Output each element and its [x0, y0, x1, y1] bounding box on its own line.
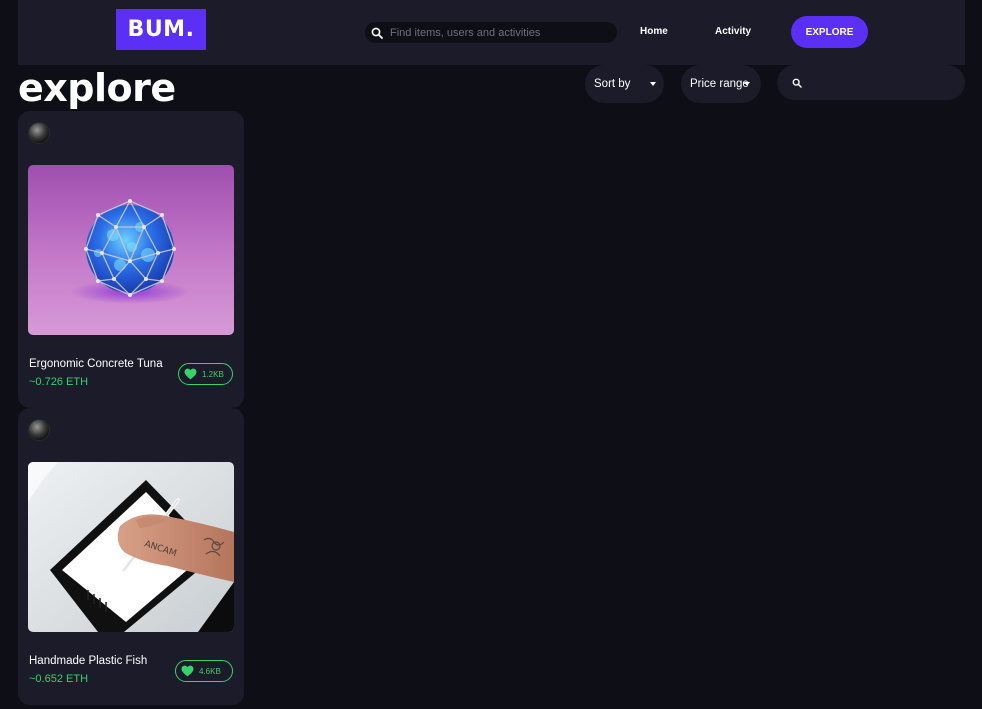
like-button[interactable]: 4.6KB — [175, 660, 233, 682]
nft-image-hand-drawing-on-tablet[interactable]: ANCAM — [28, 462, 234, 632]
explore-search-input[interactable] — [810, 76, 960, 89]
nft-image-blue-crystal-sphere[interactable] — [28, 165, 234, 335]
price-range-label: Price range — [690, 78, 749, 90]
sort-by-dropdown[interactable]: Sort by — [585, 65, 664, 103]
nav-activity-link[interactable]: Activity — [715, 26, 751, 37]
chevron-down-icon — [650, 82, 656, 86]
like-count: 4.6KB — [199, 666, 221, 676]
like-count: 1.2KB — [202, 369, 224, 379]
header-search-input[interactable] — [390, 26, 600, 39]
creator-avatar[interactable] — [28, 122, 50, 144]
nft-name[interactable]: Handmade Plastic Fish — [29, 655, 147, 667]
heart-icon — [184, 368, 197, 380]
explore-page: BUM. Home Activity EXPLORE explore Sort … — [0, 0, 982, 709]
nft-card[interactable]: Ergonomic Concrete Tuna ~0.726 ETH 1.2KB — [18, 111, 244, 408]
crystal-sphere-illustration — [28, 165, 234, 335]
creator-avatar[interactable] — [28, 419, 50, 441]
search-icon — [792, 78, 802, 88]
like-button[interactable]: 1.2KB — [178, 363, 233, 385]
nft-name[interactable]: Ergonomic Concrete Tuna — [29, 358, 163, 370]
brand-logo[interactable]: BUM. — [116, 9, 206, 50]
nft-price: ~0.726 ETH — [29, 376, 89, 388]
chevron-down-icon — [744, 82, 750, 86]
page-title: explore — [18, 66, 176, 110]
top-header: BUM. Home Activity EXPLORE — [18, 0, 965, 65]
heart-icon — [181, 665, 194, 677]
tablet-drawing-illustration: ANCAM — [28, 462, 234, 632]
explore-search-bar[interactable] — [777, 65, 965, 100]
explore-button[interactable]: EXPLORE — [791, 16, 868, 48]
sort-by-label: Sort by — [594, 78, 631, 90]
nft-card[interactable]: ANCAM Handmade Plastic Fish ~0.652 ETH 4… — [18, 408, 244, 705]
price-range-dropdown[interactable]: Price range — [681, 65, 761, 103]
nft-price: ~0.652 ETH — [29, 673, 89, 685]
nav-home-link[interactable]: Home — [640, 26, 668, 37]
header-search-bar[interactable] — [365, 22, 617, 43]
search-icon — [371, 27, 383, 39]
